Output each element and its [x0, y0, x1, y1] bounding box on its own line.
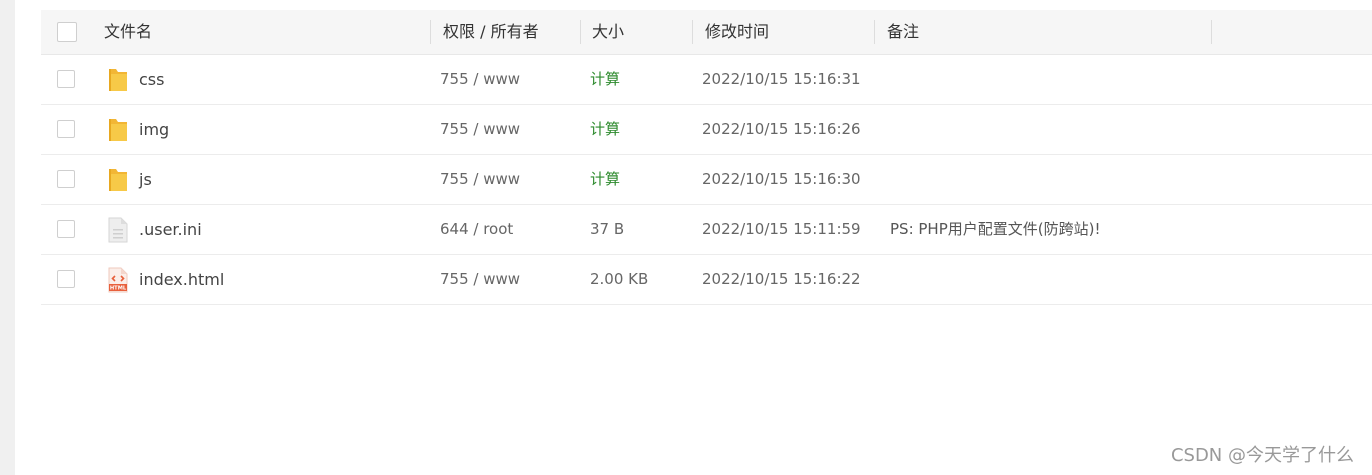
file-modified-time: 2022/10/15 15:16:22	[702, 270, 861, 288]
file-modified-time: 2022/10/15 15:11:59	[702, 220, 861, 238]
file-name[interactable]: index.html	[139, 255, 224, 304]
file-modified-time: 2022/10/15 15:16:31	[702, 70, 861, 88]
file-modified-time: 2022/10/15 15:16:30	[702, 170, 861, 188]
folder-icon	[106, 117, 130, 143]
row-checkbox[interactable]	[57, 70, 75, 88]
calculate-size-link[interactable]: 计算	[590, 155, 620, 204]
left-gutter	[0, 0, 15, 475]
table-row[interactable]: img 755 / www 计算 2022/10/15 15:16:26	[41, 105, 1372, 155]
file-permission[interactable]: 755 / www	[440, 255, 520, 304]
table-row[interactable]: .user.ini 644 / root 37 B 2022/10/15 15:…	[41, 205, 1372, 255]
column-resize-handle[interactable]	[692, 20, 693, 44]
row-checkbox[interactable]	[57, 170, 75, 188]
calculate-size-link[interactable]: 计算	[590, 105, 620, 154]
file-name[interactable]: css	[139, 55, 164, 104]
table-row[interactable]: css 755 / www 计算 2022/10/15 15:16:31	[41, 55, 1372, 105]
select-all-checkbox[interactable]	[57, 22, 77, 42]
file-name[interactable]: .user.ini	[139, 205, 202, 254]
file-name[interactable]: js	[139, 155, 152, 204]
table-row[interactable]: js 755 / www 计算 2022/10/15 15:16:30	[41, 155, 1372, 205]
header-modified-time[interactable]: 修改时间	[705, 10, 769, 54]
column-resize-handle[interactable]	[580, 20, 581, 44]
file-permission[interactable]: 755 / www	[440, 55, 520, 104]
calculate-size-link[interactable]: 计算	[590, 55, 620, 104]
file-permission[interactable]: 644 / root	[440, 205, 513, 254]
text-file-icon	[106, 217, 130, 243]
row-checkbox[interactable]	[57, 270, 75, 288]
column-resize-handle[interactable]	[430, 20, 431, 44]
file-name[interactable]: img	[139, 105, 169, 154]
html-badge: HTML	[110, 286, 127, 292]
file-size: 2.00 KB	[590, 270, 649, 288]
file-modified-time: 2022/10/15 15:16:26	[702, 120, 861, 138]
header-permission[interactable]: 权限 / 所有者	[443, 10, 539, 54]
file-permission[interactable]: 755 / www	[440, 155, 520, 204]
column-resize-handle[interactable]	[1211, 20, 1212, 44]
row-checkbox[interactable]	[57, 120, 75, 138]
watermark: CSDN @今天学了什么	[1170, 445, 1354, 466]
row-checkbox[interactable]	[57, 220, 75, 238]
table-header: 文件名 权限 / 所有者 大小 修改时间 备注	[41, 10, 1372, 55]
header-size[interactable]: 大小	[592, 10, 624, 54]
header-file-name[interactable]: 文件名	[104, 10, 152, 54]
folder-icon	[106, 67, 130, 93]
column-resize-handle[interactable]	[874, 20, 875, 44]
file-table: 文件名 权限 / 所有者 大小 修改时间 备注 css 755 / www 计算…	[41, 10, 1372, 305]
html-file-icon: HTML	[106, 267, 130, 293]
folder-icon	[106, 167, 130, 193]
header-note[interactable]: 备注	[887, 10, 919, 54]
file-note[interactable]: PS: PHP用户配置文件(防跨站)!	[890, 205, 1100, 254]
table-row[interactable]: HTML index.html 755 / www 2.00 KB 2022/1…	[41, 255, 1372, 305]
file-size: 37 B	[590, 220, 625, 238]
file-permission[interactable]: 755 / www	[440, 105, 520, 154]
table-body: css 755 / www 计算 2022/10/15 15:16:31 img…	[41, 55, 1372, 305]
